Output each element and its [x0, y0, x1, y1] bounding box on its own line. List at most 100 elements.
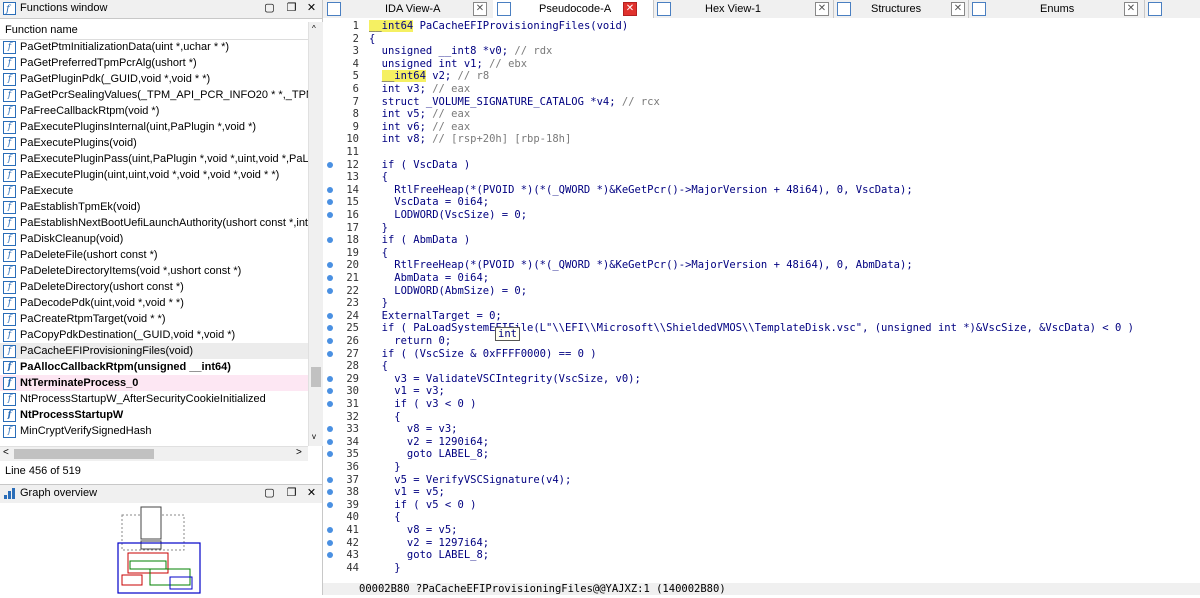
code-text[interactable]: if ( AbmData ) — [369, 234, 471, 247]
code-text[interactable]: { — [369, 511, 400, 524]
function-list-item[interactable]: f PaGetPcrSealingValues(_TPM_API_PCR_INFO… — [0, 87, 308, 103]
code-line[interactable]: 28 { — [323, 360, 1200, 373]
code-text[interactable]: VscData = 0i64; — [369, 196, 489, 209]
code-line[interactable]: 9 int v6; // eax — [323, 121, 1200, 134]
code-line[interactable]: 33 v8 = v3; — [323, 423, 1200, 436]
scroll-right-arrow-icon[interactable]: > — [296, 447, 302, 458]
close-icon[interactable]: ✕ — [815, 2, 829, 16]
code-line[interactable]: 8 int v5; // eax — [323, 108, 1200, 121]
close-icon[interactable]: ✕ — [1124, 2, 1138, 16]
code-text[interactable]: } — [369, 222, 388, 235]
code-line[interactable]: 38 v1 = v5; — [323, 486, 1200, 499]
tab-structures[interactable]: Structures ✕ — [833, 0, 969, 18]
function-list-item[interactable]: f NtProcessStartupW_AfterSecurityCookieIn… — [0, 391, 308, 407]
code-text[interactable]: unsigned int v1; // ebx — [369, 58, 527, 71]
function-list-item[interactable]: f PaDeleteFile(ushort const *) — [0, 247, 308, 263]
code-line[interactable]: 32 { — [323, 411, 1200, 424]
code-line[interactable]: 25 if ( PaLoadSystemEFIFile(L"\\EFI\\Mic… — [323, 322, 1200, 335]
code-text[interactable]: goto LABEL_8; — [369, 549, 489, 562]
code-text[interactable]: v5 = VerifyVSCSignature(v4); — [369, 474, 571, 487]
code-text[interactable]: v3 = ValidateVSCIntegrity(VscSize, v0); — [369, 373, 641, 386]
code-text[interactable]: if ( VscData ) — [369, 159, 471, 172]
float-window-icon[interactable]: ▢ — [263, 2, 276, 15]
code-line[interactable]: 16 LODWORD(VscSize) = 0; — [323, 209, 1200, 222]
code-line[interactable]: 30 v1 = v3; — [323, 385, 1200, 398]
code-text[interactable]: __int64 PaCacheEFIProvisioningFiles(void… — [369, 20, 628, 33]
close-icon[interactable]: ✕ — [623, 2, 637, 16]
function-list-item[interactable]: f PaCopyPdkDestination(_GUID,void *,void … — [0, 327, 308, 343]
code-text[interactable]: } — [369, 562, 400, 575]
code-line[interactable]: 27 if ( (VscSize & 0xFFFF0000) == 0 ) — [323, 348, 1200, 361]
close-icon[interactable]: ✕ — [951, 2, 965, 16]
code-line[interactable]: 13 { — [323, 171, 1200, 184]
code-line[interactable]: 10 int v8; // [rsp+20h] [rbp-18h] — [323, 133, 1200, 146]
float-window-icon[interactable]: ▢ — [263, 487, 276, 500]
code-line[interactable]: 15 VscData = 0i64; — [323, 196, 1200, 209]
code-line[interactable]: 14 RtlFreeHeap(*(PVOID *)(*(_QWORD *)&Ke… — [323, 184, 1200, 197]
code-line[interactable]: 36 } — [323, 461, 1200, 474]
code-line[interactable]: 19 { — [323, 247, 1200, 260]
scroll-up-arrow-icon[interactable]: ^ — [312, 24, 316, 33]
code-text[interactable]: if ( (VscSize & 0xFFFF0000) == 0 ) — [369, 348, 597, 361]
tab-hex-view[interactable]: Hex View-1 ✕ — [653, 0, 834, 18]
function-list-item[interactable]: f PaDeleteDirectory(ushort const *) — [0, 279, 308, 295]
code-line[interactable]: 29 v3 = ValidateVSCIntegrity(VscSize, v0… — [323, 373, 1200, 386]
code-text[interactable]: __int64 v2; // r8 — [369, 70, 489, 83]
code-line[interactable]: 42 v2 = 1297i64; — [323, 537, 1200, 550]
function-list-item[interactable]: f PaDeleteDirectoryItems(void *,ushort co… — [0, 263, 308, 279]
code-text[interactable]: { — [369, 171, 388, 184]
function-list-item[interactable]: f PaGetPreferredTpmPcrAlg(ushort *) — [0, 55, 308, 71]
code-text[interactable]: ExternalTarget = 0; — [369, 310, 502, 323]
code-line[interactable]: 11 — [323, 146, 1200, 159]
function-list-item[interactable]: f PaGetPtmInitializationData(uint *,uchar… — [0, 39, 308, 55]
code-text[interactable]: v1 = v5; — [369, 486, 445, 499]
functions-horizontal-scrollbar[interactable]: < > — [0, 446, 308, 461]
code-text[interactable]: if ( PaLoadSystemEFIFile(L"\\EFI\\Micros… — [369, 322, 1134, 335]
restore-window-icon[interactable]: ❐ — [285, 487, 298, 500]
code-text[interactable]: LODWORD(VscSize) = 0; — [369, 209, 527, 222]
code-text[interactable]: { — [369, 411, 400, 424]
close-icon[interactable]: ✕ — [305, 2, 318, 15]
code-line[interactable]: 40 { — [323, 511, 1200, 524]
function-list-item[interactable]: f PaAllocCallbackRtpm(unsigned __int64) — [0, 359, 308, 375]
code-line[interactable]: 31 if ( v3 < 0 ) — [323, 398, 1200, 411]
code-line[interactable]: 26 return 0; — [323, 335, 1200, 348]
code-line[interactable]: 17 } — [323, 222, 1200, 235]
restore-window-icon[interactable]: ❐ — [285, 2, 298, 15]
code-line[interactable]: 21 AbmData = 0i64; — [323, 272, 1200, 285]
close-icon[interactable]: ✕ — [305, 487, 318, 500]
scroll-down-arrow-icon[interactable]: v — [312, 432, 316, 441]
function-list-item[interactable]: f PaDecodePdk(uint,void *,void * *) — [0, 295, 308, 311]
code-line[interactable]: 1 __int64 PaCacheEFIProvisioningFiles(voi… — [323, 20, 1200, 33]
code-line[interactable]: 44 } — [323, 562, 1200, 575]
pseudocode-view[interactable]: 1 __int64 PaCacheEFIProvisioningFiles(voi… — [323, 18, 1200, 595]
function-list-item[interactable]: f NtTerminateProcess_0 — [0, 375, 308, 391]
function-list-item[interactable]: f MinCryptVerifySignedHash — [0, 423, 308, 439]
functions-vertical-scrollbar[interactable]: ^ v — [308, 22, 323, 446]
code-line[interactable]: 18 if ( AbmData ) — [323, 234, 1200, 247]
scrollbar-thumb[interactable] — [311, 367, 321, 387]
function-list-item[interactable]: f PaFreeCallbackRtpm(void *) — [0, 103, 308, 119]
code-line[interactable]: 34 v2 = 1290i64; — [323, 436, 1200, 449]
code-text[interactable]: int v5; // eax — [369, 108, 471, 121]
code-line[interactable]: 23 } — [323, 297, 1200, 310]
function-list-item[interactable]: f PaExecute — [0, 183, 308, 199]
function-list-item[interactable]: f PaExecutePluginsInternal(uint,PaPlugin … — [0, 119, 308, 135]
code-text[interactable]: v2 = 1290i64; — [369, 436, 489, 449]
code-text[interactable]: int v3; // eax — [369, 83, 471, 96]
code-text[interactable]: AbmData = 0i64; — [369, 272, 489, 285]
code-text[interactable]: if ( v3 < 0 ) — [369, 398, 476, 411]
code-text[interactable]: v8 = v3; — [369, 423, 458, 436]
code-line[interactable]: 39 if ( v5 < 0 ) — [323, 499, 1200, 512]
code-text[interactable]: v2 = 1297i64; — [369, 537, 489, 550]
code-text[interactable]: int v8; // [rsp+20h] [rbp-18h] — [369, 133, 572, 146]
scrollbar-thumb[interactable] — [14, 449, 154, 459]
scroll-left-arrow-icon[interactable]: < — [3, 447, 9, 458]
function-list-item[interactable]: f PaCacheEFIProvisioningFiles(void) — [0, 343, 308, 359]
code-text[interactable]: v1 = v3; — [369, 385, 445, 398]
code-line[interactable]: 5 __int64 v2; // r8 — [323, 70, 1200, 83]
tab-overflow[interactable] — [1144, 0, 1200, 18]
code-line[interactable]: 41 v8 = v5; — [323, 524, 1200, 537]
code-line[interactable]: 6 int v3; // eax — [323, 83, 1200, 96]
code-line[interactable]: 12 if ( VscData ) — [323, 159, 1200, 172]
